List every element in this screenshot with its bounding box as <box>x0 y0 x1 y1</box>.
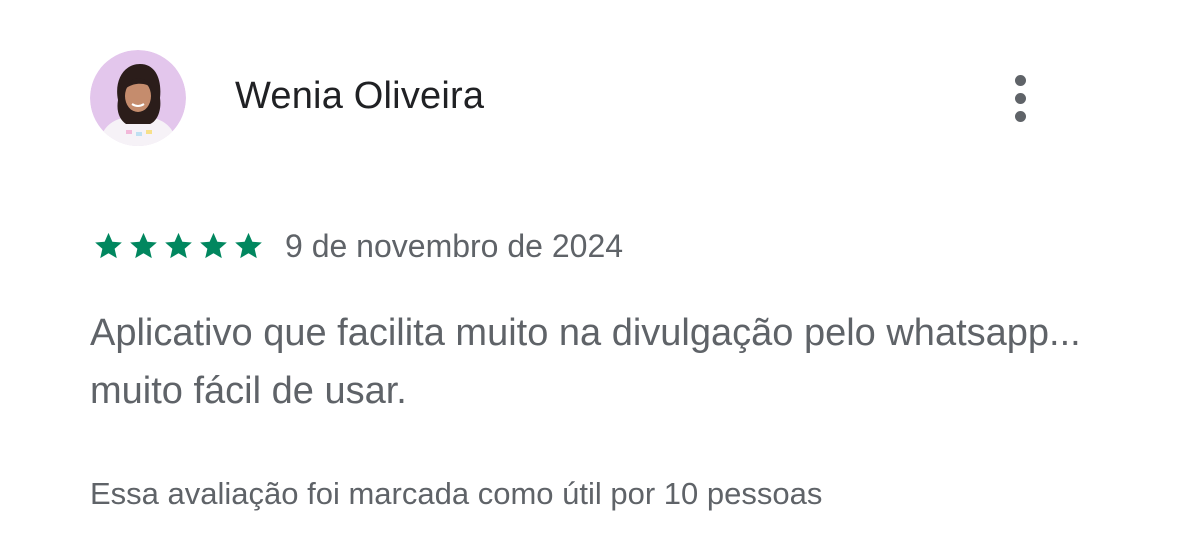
helpful-count-text: Essa avaliação foi marcada como útil por… <box>90 476 823 511</box>
star-icon <box>92 230 125 262</box>
more-vert-icon <box>1014 92 1026 104</box>
review-text: Aplicativo que facilita muito na divulga… <box>90 312 1081 412</box>
star-rating <box>92 230 265 262</box>
more-vert-icon <box>1014 74 1026 86</box>
star-icon <box>197 230 230 262</box>
review-date: 9 de novembro de 2024 <box>285 228 624 264</box>
author-name: Wenia Oliveira <box>235 75 485 117</box>
more-vert-icon <box>1014 110 1026 122</box>
star-icon <box>162 230 195 262</box>
author-avatar <box>90 50 186 146</box>
star-icon <box>127 230 160 262</box>
star-icon <box>232 230 265 262</box>
rating-row: 9 de novembro de 2024 <box>92 226 623 266</box>
review-card: Wenia Oliveira 9 de novembro de 2024 Apl… <box>0 0 1187 533</box>
avatar-image <box>90 50 186 146</box>
more-options-button[interactable] <box>1000 68 1040 128</box>
